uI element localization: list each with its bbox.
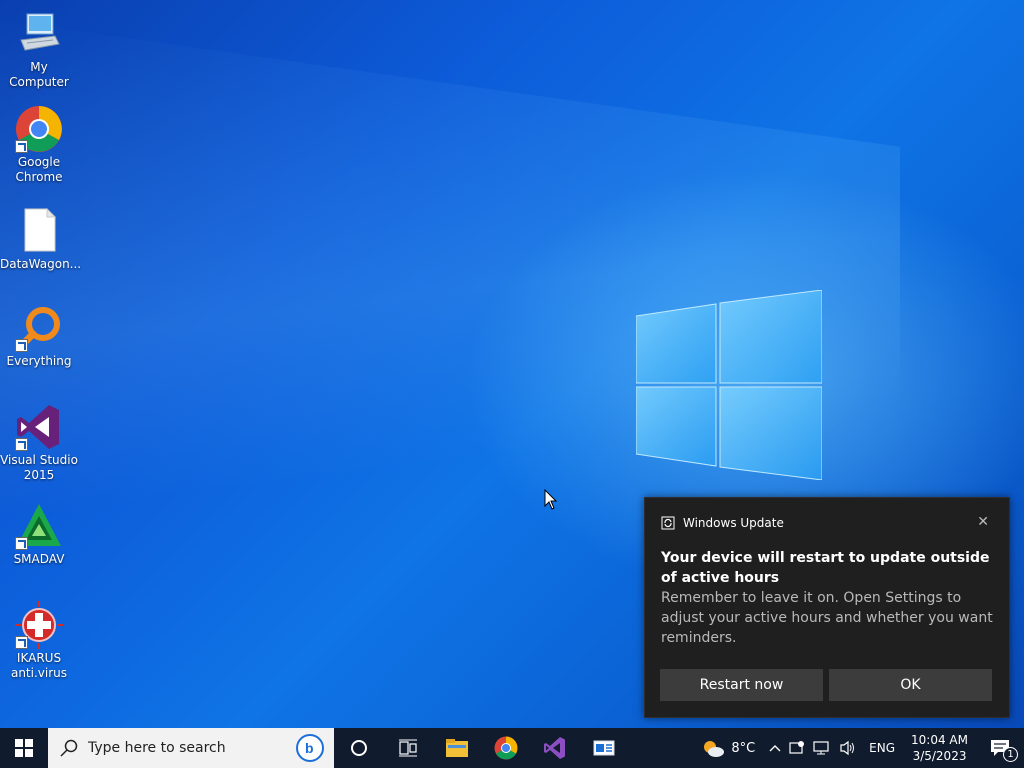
task-view-icon — [398, 739, 417, 757]
notification-count-badge: 1 — [1003, 747, 1018, 762]
clock-date: 3/5/2023 — [912, 749, 967, 763]
desktop-icon-my-computer[interactable]: My Computer — [0, 10, 78, 90]
notification-header: Windows Update — [661, 516, 784, 530]
file-explorer-button[interactable] — [432, 728, 481, 768]
start-button[interactable] — [0, 728, 48, 768]
desktop-icon-label: Everything — [6, 354, 72, 368]
ok-button[interactable]: OK — [829, 669, 992, 701]
desktop-icon-label: My Computer — [9, 60, 69, 89]
search-placeholder: Type here to search — [88, 740, 226, 756]
chrome-taskbar-button[interactable] — [481, 728, 530, 768]
task-view-button[interactable] — [383, 728, 432, 768]
visual-studio-taskbar-button[interactable] — [530, 728, 579, 768]
weather-sun-cloud-icon — [704, 741, 725, 757]
smadav-icon — [15, 502, 63, 550]
windows-update-icon — [661, 516, 675, 530]
weather-temperature: 8°C — [731, 740, 756, 756]
shortcut-arrow-icon — [15, 636, 28, 649]
volume-button[interactable] — [835, 728, 861, 768]
desktop-icon-visual-studio[interactable]: Visual Studio 2015 — [0, 403, 78, 483]
network-button[interactable] — [809, 728, 835, 768]
close-icon[interactable]: ✕ — [977, 514, 989, 530]
cortana-button[interactable] — [334, 728, 383, 768]
show-hidden-icons-button[interactable] — [765, 728, 785, 768]
file-explorer-icon — [445, 739, 468, 757]
desktop-icon-label: DataWagon... — [0, 257, 82, 271]
ikarus-icon — [15, 601, 63, 649]
notification-title: Your device will restart to update outsi… — [661, 550, 990, 586]
desktop-icon-label: SMADAV — [13, 552, 65, 566]
search-icon — [60, 739, 78, 757]
desktop-icon-datawagon[interactable]: DataWagon... — [0, 207, 82, 272]
desktop-icon-google-chrome[interactable]: Google Chrome — [0, 105, 78, 185]
shortcut-arrow-icon — [15, 339, 28, 352]
chrome-icon — [15, 105, 63, 153]
desktop-icon-label: Google Chrome — [15, 155, 63, 184]
shortcut-arrow-icon — [15, 438, 28, 451]
chevron-up-icon — [769, 745, 781, 752]
language-indicator[interactable]: ENG — [861, 728, 903, 768]
visual-studio-icon — [15, 403, 63, 451]
search-box[interactable]: Type here to search b — [48, 728, 334, 768]
desktop-icon-label: Visual Studio 2015 — [0, 453, 78, 482]
tray-update-icon-button[interactable] — [785, 728, 809, 768]
windows-update-notification[interactable]: Windows Update ✕ Your device will restar… — [644, 497, 1010, 718]
clock[interactable]: 10:04 AM 3/5/2023 — [903, 732, 976, 764]
desktop-icon-ikarus[interactable]: IKARUS anti.virus — [0, 601, 78, 681]
taskbar: Type here to search b 8°C ENG 10:04 AM 3… — [0, 728, 1024, 768]
desktop-icon-label: IKARUS anti.virus — [10, 651, 68, 680]
desktop-icon-smadav[interactable]: SMADAV — [0, 502, 78, 567]
desktop-icon-everything[interactable]: Everything — [0, 304, 78, 369]
bing-icon[interactable]: b — [296, 734, 324, 762]
system-tray: 8°C ENG 10:04 AM 3/5/2023 1 — [697, 728, 1024, 768]
mouse-cursor-icon — [544, 489, 558, 510]
app-window-icon — [593, 740, 614, 756]
app-window-taskbar-button[interactable] — [579, 728, 628, 768]
notification-app-name: Windows Update — [683, 516, 784, 530]
chrome-icon — [494, 736, 517, 760]
notification-body: Remember to leave it on. Open Settings t… — [661, 590, 993, 646]
clock-time: 10:04 AM — [911, 733, 968, 747]
action-center-button[interactable]: 1 — [976, 728, 1024, 768]
everything-icon — [15, 304, 63, 352]
weather-widget[interactable]: 8°C — [697, 728, 759, 768]
restart-now-button[interactable]: Restart now — [660, 669, 823, 701]
file-icon — [15, 207, 63, 255]
network-icon — [813, 741, 829, 755]
visual-studio-icon — [543, 737, 565, 759]
computer-icon — [15, 10, 63, 58]
windows-start-icon — [15, 739, 33, 757]
windows-logo-wallpaper — [636, 290, 822, 480]
speaker-icon — [840, 740, 855, 756]
shortcut-arrow-icon — [15, 140, 28, 153]
shortcut-arrow-icon — [15, 537, 28, 550]
cortana-icon — [350, 740, 367, 756]
svg-text:b: b — [305, 740, 314, 756]
update-tray-icon — [789, 741, 805, 754]
